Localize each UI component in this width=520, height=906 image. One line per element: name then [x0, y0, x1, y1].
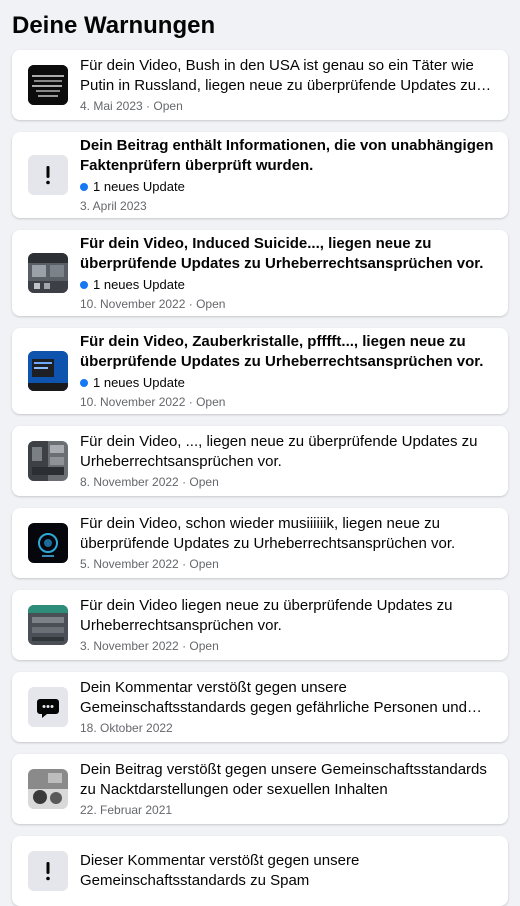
- warning-item[interactable]: Für dein Video, schon wieder musiiiiiik,…: [12, 508, 508, 578]
- unread-dot-icon: [80, 183, 88, 191]
- warning-date: 10. November 2022: [80, 395, 186, 409]
- warning-title: Dieser Kommentar verstößt gegen unsere G…: [80, 852, 360, 889]
- warning-title: Dein Beitrag verstößt gegen unsere Gemei…: [80, 761, 487, 798]
- warning-item[interactable]: Für dein Video, Zauberkristalle, pfffft.…: [12, 328, 508, 414]
- unread-dot-icon: [80, 379, 88, 387]
- exclamation-icon: [28, 851, 68, 891]
- warning-status: Open: [189, 639, 219, 653]
- warning-date: 3. November 2022: [80, 639, 179, 653]
- warning-title: Dein Beitrag enthält Informationen, die …: [80, 137, 494, 174]
- warnings-page: Deine Warnungen Für dein Video, Bush in …: [0, 0, 520, 906]
- warning-date: 10. November 2022: [80, 297, 186, 311]
- video-thumbnail: [28, 523, 68, 563]
- warning-item[interactable]: Für dein Video, ..., liegen neue zu über…: [12, 426, 508, 496]
- warning-status: Open: [196, 297, 226, 311]
- warning-item[interactable]: Für dein Video liegen neue zu überprüfen…: [12, 590, 508, 660]
- warning-date: 18. Oktober 2022: [80, 721, 173, 735]
- warning-title: Für dein Video, Bush in den USA ist gena…: [80, 57, 477, 94]
- warning-date: 8. November 2022: [80, 475, 179, 489]
- warning-status: Open: [189, 557, 219, 571]
- warning-status: Open: [153, 99, 183, 113]
- video-thumbnail: [28, 65, 68, 105]
- video-thumbnail: [28, 605, 68, 645]
- warning-title: Für dein Video, Zauberkristalle, pfffft.…: [80, 333, 484, 370]
- warning-date: 22. Februar 2021: [80, 803, 173, 817]
- warning-item[interactable]: Dieser Kommentar verstößt gegen unsere G…: [12, 836, 508, 906]
- warning-title: Dein Kommentar verstößt gegen unsere Gem…: [80, 679, 467, 716]
- update-indicator: 1 neues Update: [80, 178, 494, 196]
- post-thumbnail: [28, 769, 68, 809]
- warning-date: 5. November 2022: [80, 557, 179, 571]
- update-indicator: 1 neues Update: [80, 276, 494, 294]
- video-thumbnail: [28, 351, 68, 391]
- exclamation-icon: [28, 155, 68, 195]
- warning-item[interactable]: Für dein Video, Bush in den USA ist gena…: [12, 50, 508, 120]
- warning-item[interactable]: Für dein Video, Induced Suicide..., lieg…: [12, 230, 508, 316]
- comment-icon: [28, 687, 68, 727]
- video-thumbnail: [28, 441, 68, 481]
- warning-title: Für dein Video liegen neue zu überprüfen…: [80, 597, 453, 634]
- video-thumbnail: [28, 253, 68, 293]
- warning-title: Für dein Video, schon wieder musiiiiiik,…: [80, 515, 456, 552]
- page-title: Deine Warnungen: [12, 12, 216, 39]
- warning-item[interactable]: Dein Beitrag enthält Informationen, die …: [12, 132, 508, 218]
- unread-dot-icon: [80, 281, 88, 289]
- warning-date: 3. April 2023: [80, 199, 147, 213]
- warning-item[interactable]: Dein Kommentar verstößt gegen unsere Gem…: [12, 672, 508, 742]
- warning-title: Für dein Video, Induced Suicide..., lieg…: [80, 235, 484, 272]
- warning-status: Open: [196, 395, 226, 409]
- warning-item[interactable]: Dein Beitrag verstößt gegen unsere Gemei…: [12, 754, 508, 824]
- update-indicator: 1 neues Update: [80, 374, 494, 392]
- warning-title: Für dein Video, ..., liegen neue zu über…: [80, 433, 478, 470]
- warning-status: Open: [189, 475, 219, 489]
- warning-date: 4. Mai 2023: [80, 99, 143, 113]
